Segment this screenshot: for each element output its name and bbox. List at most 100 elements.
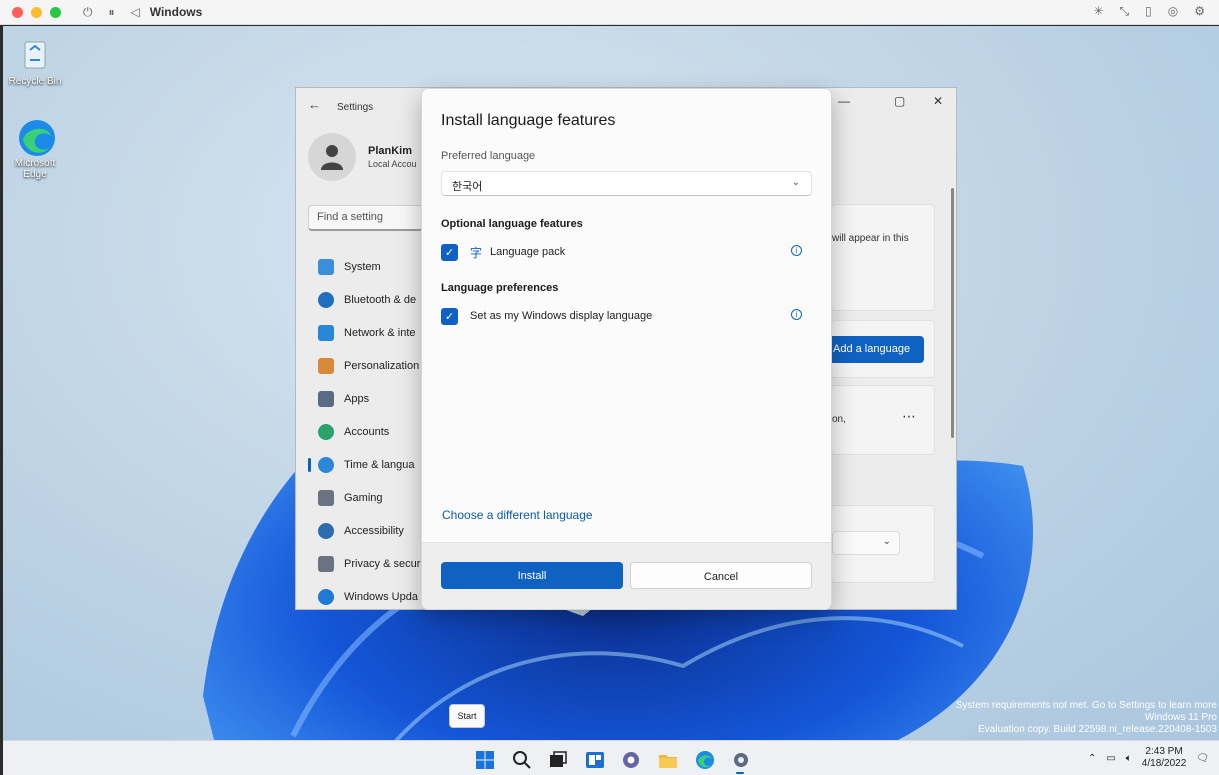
settings-nav: System Bluetooth & de Network & inte Per…	[308, 250, 428, 609]
watermark-line: Windows 11 Pro	[1144, 712, 1217, 723]
settings-gear-icon[interactable]	[731, 750, 751, 770]
start-tooltip: Start	[449, 704, 485, 728]
choose-different-language-link[interactable]: Choose a different language	[442, 508, 593, 522]
preferred-language-select[interactable]: 한국어 ⌄	[441, 171, 812, 196]
file-explorer-icon[interactable]	[658, 750, 678, 770]
nav-label: Bluetooth & de	[344, 293, 417, 306]
card-text: will appear in this	[832, 233, 909, 244]
bluetooth-icon	[318, 291, 334, 308]
display-language-checkbox[interactable]: ✓	[441, 307, 458, 325]
settings-gear-icon[interactable]: ⚙	[1194, 4, 1205, 19]
brightness-icon[interactable]: ✳	[1093, 4, 1103, 19]
nav-label: Privacy & secur	[344, 557, 421, 570]
desktop-icon-edge[interactable]: Microsoft Edge	[3, 118, 67, 180]
pause-icon[interactable]: ⏸	[109, 5, 115, 20]
nav-label: Accessibility	[344, 524, 404, 537]
record-icon[interactable]: ◎	[1168, 4, 1178, 19]
clock[interactable]: 2:43 PM 4/18/2022	[1142, 746, 1187, 770]
nav-item-apps[interactable]: Apps	[308, 382, 428, 415]
nav-item-accounts[interactable]: Accounts	[308, 415, 428, 448]
watermark-line: System requirements not met. Go to Setti…	[955, 700, 1217, 711]
nav-label: Accounts	[344, 425, 390, 438]
zoom-dot-icon[interactable]	[50, 6, 61, 18]
info-icon[interactable]: i	[791, 309, 802, 320]
account-type: Local Accou	[368, 159, 417, 169]
nav-item-network[interactable]: Network & inte	[308, 316, 428, 349]
back-icon[interactable]: ◁	[131, 5, 140, 19]
card-text: on,	[832, 414, 846, 425]
wifi-icon	[318, 324, 334, 341]
accessibility-icon	[318, 522, 334, 539]
install-button[interactable]: Install	[441, 562, 623, 589]
recycle-bin-icon	[17, 36, 53, 72]
user-name: PlanKim	[368, 145, 413, 157]
time: 2:43 PM	[1145, 746, 1183, 757]
system-icon	[318, 258, 334, 275]
find-setting-input[interactable]: Find a setting	[308, 205, 423, 231]
chevron-up-icon[interactable]: ⌃	[1088, 753, 1096, 764]
evaluation-watermark: System requirements not met. Go to Setti…	[956, 700, 1217, 736]
display-language-option: ✓ Set as my Windows display language i	[441, 307, 802, 325]
edge-icon	[17, 118, 55, 156]
back-arrow-icon[interactable]: ←	[308, 97, 321, 112]
edge-icon[interactable]	[695, 750, 715, 770]
teams-chat-icon[interactable]	[621, 750, 641, 770]
info-icon[interactable]: i	[791, 245, 802, 256]
close-dot-icon[interactable]	[12, 6, 23, 18]
power-icon[interactable]: ⏻	[83, 5, 93, 20]
more-options-icon[interactable]: ⋯	[902, 408, 916, 425]
nav-item-privacy[interactable]: Privacy & secur	[308, 547, 428, 580]
nav-item-system[interactable]: System	[308, 250, 428, 283]
network-icon[interactable]: ▭	[1106, 753, 1115, 764]
nav-label: Time & langua	[344, 458, 415, 471]
nav-item-gaming[interactable]: Gaming	[308, 481, 428, 514]
nav-item-windows-update[interactable]: Windows Upda	[308, 580, 428, 609]
region-dropdown[interactable]: ⌄	[832, 531, 900, 555]
nav-item-personalization[interactable]: Personalization	[308, 349, 428, 382]
nav-item-accessibility[interactable]: Accessibility	[308, 514, 428, 547]
language-pack-option: ✓ 字 Language pack i	[441, 243, 802, 261]
volume-icon[interactable]: 🔈︎	[1126, 753, 1132, 764]
nav-label: System	[344, 260, 381, 273]
usb-icon[interactable]: ▯	[1145, 4, 1152, 19]
watermark-line: Evaluation copy. Build 22598.ni_release.…	[978, 724, 1217, 735]
language-pack-label: Language pack	[490, 246, 566, 258]
resize-icon[interactable]: ⤡	[1120, 4, 1130, 19]
scrollbar[interactable]	[951, 188, 954, 438]
maximize-icon[interactable]: ▢	[894, 94, 905, 108]
system-tray: ⌃ ▭ 🔈︎ 2:43 PM 4/18/2022 🗨︎	[1088, 746, 1209, 770]
preferred-language-value: 한국어	[452, 181, 483, 193]
nav-label: Apps	[344, 392, 370, 405]
search-icon[interactable]	[512, 750, 532, 770]
nav-item-time-language[interactable]: Time & langua	[308, 448, 428, 481]
cancel-button[interactable]: Cancel	[630, 562, 812, 589]
desktop-icon-recycle-bin[interactable]: Recycle Bin	[3, 36, 67, 87]
start-icon[interactable]	[475, 750, 495, 770]
language-pack-checkbox[interactable]: ✓	[441, 243, 458, 261]
date: 4/18/2022	[1141, 758, 1187, 769]
notification-icon[interactable]: 🗨︎	[1196, 753, 1209, 764]
desktop-icon-label: Recycle Bin	[8, 76, 62, 87]
add-language-button[interactable]: Add a language	[829, 336, 924, 363]
widgets-icon[interactable]	[585, 750, 605, 770]
chevron-down-icon: ⌄	[791, 177, 800, 188]
nav-label: Network & inte	[344, 326, 416, 339]
close-icon[interactable]: ✕	[933, 94, 943, 108]
task-view-icon[interactable]	[548, 750, 568, 770]
nav-item-bluetooth[interactable]: Bluetooth & de	[308, 283, 428, 316]
shield-icon	[318, 555, 334, 572]
nav-label: Windows Upda	[344, 590, 418, 603]
user-profile: PlanKim Local Accou	[308, 133, 417, 181]
dialog-footer: Install Cancel	[422, 542, 831, 609]
language-entry-card: on, ⋯	[831, 385, 935, 455]
preferred-language-label: Preferred language	[441, 150, 536, 162]
apps-icon	[318, 390, 334, 407]
display-language-label: Set as my Windows display language	[470, 310, 653, 322]
vm-titlebar: ⏻ ⏸ ◁ Windows ✳ ⤡ ▯ ◎ ⚙	[0, 0, 1219, 25]
taskbar: ⌃ ▭ 🔈︎ 2:43 PM 4/18/2022 🗨︎	[3, 740, 1219, 775]
optional-features-heading: Optional language features	[441, 218, 583, 230]
minimize-dot-icon[interactable]	[31, 6, 42, 18]
languages-card: will appear in this	[831, 204, 935, 311]
minimize-icon[interactable]: —	[838, 94, 850, 108]
window-controls	[12, 6, 61, 18]
